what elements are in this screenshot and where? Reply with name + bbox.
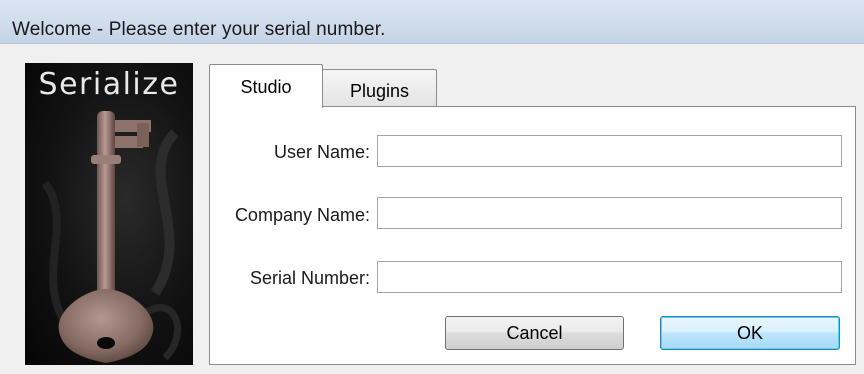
serial-number-field[interactable] [377,261,842,293]
key-illustration [41,111,182,363]
window-title: Welcome - Please enter your serial numbe… [12,19,386,40]
title-bar[interactable]: Welcome - Please enter your serial numbe… [0,0,864,44]
serial-dialog: Welcome - Please enter your serial numbe… [0,0,864,374]
studio-tab-panel: User Name: Company Name: Serial Number: … [209,106,856,365]
tab-plugins-label: Plugins [349,81,410,101]
serial-number-label: Serial Number: [249,268,370,288]
serialize-banner-image: Serialize [25,63,193,365]
cancel-button[interactable]: Cancel [445,316,624,350]
company-name-field[interactable] [377,197,842,229]
company-name-label: Company Name: [234,205,370,225]
user-name-field[interactable] [377,135,842,167]
user-name-label: User Name: [273,142,370,162]
tab-studio[interactable]: Studio [209,64,323,108]
banner-title: Serialize [38,67,180,102]
ok-button[interactable]: OK [660,316,840,350]
tab-plugins[interactable]: Plugins [322,69,437,107]
tab-studio-label: Studio [240,77,292,97]
